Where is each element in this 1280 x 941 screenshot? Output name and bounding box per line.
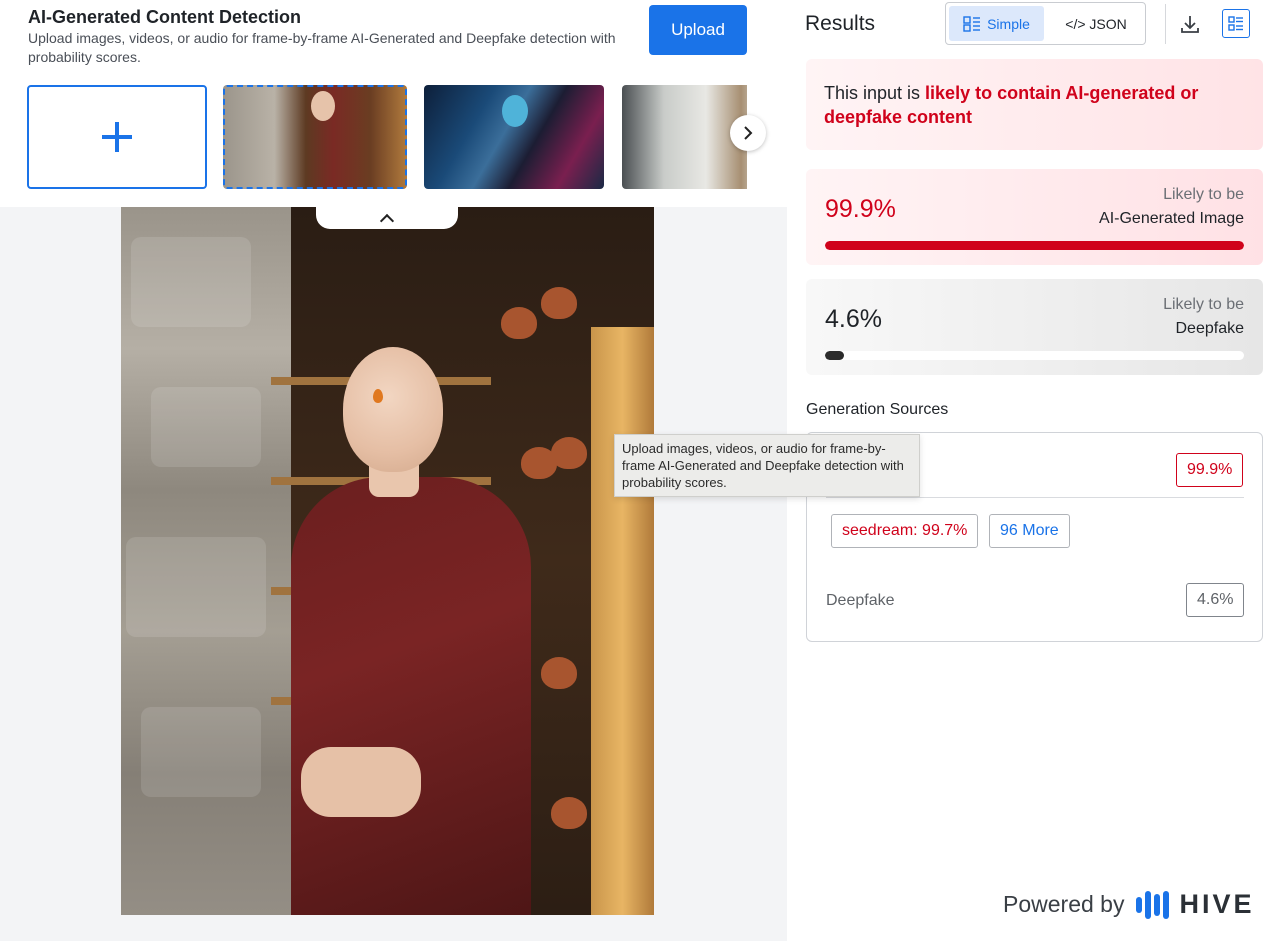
next-thumbnails-button[interactable] bbox=[730, 115, 766, 151]
tab-simple-label: Simple bbox=[987, 15, 1030, 32]
upload-button[interactable]: Upload bbox=[649, 5, 747, 55]
thumbnail-cyberpunk[interactable] bbox=[424, 85, 604, 189]
media-preview bbox=[121, 207, 654, 915]
download-button[interactable] bbox=[1177, 10, 1203, 38]
deepfake-score-card: 4.6% Likely to be Deepfake bbox=[806, 279, 1263, 375]
tab-json-label: </> JSON bbox=[1065, 15, 1127, 32]
more-sources-button[interactable]: 96 More bbox=[989, 514, 1070, 548]
deepfake-row-label: Deepfake bbox=[826, 592, 895, 609]
deepfake-caption-top: Likely to be bbox=[1163, 296, 1244, 313]
list-view-button[interactable] bbox=[1222, 9, 1250, 38]
download-icon bbox=[1181, 16, 1199, 33]
deepfake-score-bar-fill bbox=[825, 351, 845, 360]
thumbnail-monk[interactable] bbox=[223, 85, 407, 189]
thumbnail-interior[interactable] bbox=[622, 85, 747, 189]
add-media-button[interactable] bbox=[27, 85, 207, 189]
source-badge-seedream[interactable]: seedream: 99.7% bbox=[831, 514, 979, 548]
tab-json[interactable]: </> JSON bbox=[1050, 6, 1142, 41]
tab-simple[interactable]: Simple bbox=[949, 6, 1044, 41]
list-view-icon bbox=[1228, 15, 1243, 31]
preview-robe bbox=[291, 477, 531, 915]
deepfake-score-percent: 4.6% bbox=[825, 305, 882, 333]
list-layout-icon bbox=[963, 15, 981, 32]
verdict-prefix: This input is bbox=[824, 83, 926, 103]
sources-divider bbox=[826, 497, 1244, 498]
verdict-banner: This input is likely to contain AI-gener… bbox=[806, 59, 1263, 150]
page-subtitle: Upload images, videos, or audio for fram… bbox=[28, 30, 616, 65]
generation-sources-title: Generation Sources bbox=[806, 401, 949, 418]
powered-by-label: Powered by bbox=[1003, 891, 1125, 917]
chevron-right-icon bbox=[744, 126, 753, 140]
page-title: AI-Generated Content Detection bbox=[28, 7, 302, 27]
thumbnail-strip bbox=[27, 85, 747, 189]
deepfake-caption-bottom: Deepfake bbox=[1175, 320, 1245, 337]
ai-score-caption-bottom: AI-Generated Image bbox=[1099, 210, 1244, 227]
deepfake-score-bar bbox=[825, 351, 1244, 360]
toolbar-divider bbox=[1165, 4, 1166, 44]
thumbnail-face bbox=[311, 91, 335, 121]
ai-generated-score-card: 99.9% Likely to be AI-Generated Image bbox=[806, 169, 1263, 265]
results-title: Results bbox=[805, 12, 876, 35]
chevron-up-icon bbox=[379, 213, 395, 229]
ai-score-percent: 99.9% bbox=[825, 195, 896, 223]
ai-score-bar-fill bbox=[825, 241, 1244, 250]
hive-brand-text: HIVE bbox=[1179, 889, 1255, 919]
view-toggle: Simple </> JSON bbox=[945, 2, 1146, 45]
preview-hands bbox=[301, 747, 421, 817]
hive-logo-icon bbox=[1136, 890, 1170, 919]
upload-header: AI-Generated Content Detection Upload im… bbox=[0, 0, 787, 207]
subtitle-tooltip: Upload images, videos, or audio for fram… bbox=[614, 434, 920, 497]
ai-score-caption-top: Likely to be bbox=[1163, 186, 1244, 203]
preview-stone-wall bbox=[121, 207, 291, 915]
thumbnail-hair bbox=[502, 95, 528, 127]
ai-generated-badge: 99.9% bbox=[1176, 453, 1244, 487]
plus-icon bbox=[102, 122, 132, 152]
powered-by-footer: Powered by HIVE bbox=[1003, 889, 1255, 920]
deepfake-badge: 4.6% bbox=[1186, 583, 1245, 617]
preview-head bbox=[343, 347, 443, 472]
preview-doorframe bbox=[591, 327, 654, 915]
collapse-thumbnails-button[interactable] bbox=[316, 207, 458, 229]
ai-score-bar bbox=[825, 241, 1244, 250]
